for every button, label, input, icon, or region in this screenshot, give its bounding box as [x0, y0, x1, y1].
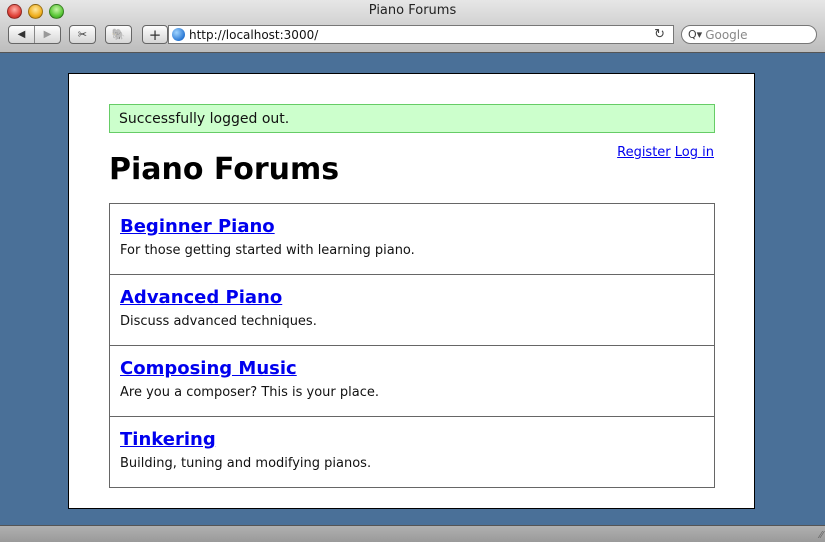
flash-notice: Successfully logged out.: [109, 104, 715, 133]
search-placeholder: Google: [705, 27, 748, 42]
forum-description: Are you a composer? This is your place.: [120, 385, 380, 400]
url-text[interactable]: http://localhost:3000/: [189, 28, 318, 42]
forward-button[interactable]: ▶: [35, 29, 60, 40]
scissors-icon: ✂: [77, 28, 88, 41]
address-bar[interactable]: http://localhost:3000/ ↻: [168, 25, 674, 44]
login-link[interactable]: Log in: [675, 145, 714, 160]
page-container: Successfully logged out. Register Log in…: [68, 73, 755, 509]
forum-item: Tinkering Building, tuning and modifying…: [110, 417, 714, 488]
clip-button[interactable]: ✂: [69, 25, 96, 44]
browser-toolbar: Piano Forums ◀ ▶ ✂ 🐘 + http://localhost:…: [0, 0, 825, 53]
reload-icon[interactable]: ↻: [654, 27, 665, 42]
register-link[interactable]: Register: [617, 145, 671, 160]
forum-link[interactable]: Composing Music: [120, 358, 297, 379]
add-bookmark-button[interactable]: +: [142, 25, 168, 44]
forum-list: Beginner Piano For those getting started…: [109, 203, 715, 488]
elephant-icon: 🐘: [111, 28, 126, 41]
user-nav: Register Log in: [617, 145, 714, 160]
forum-item: Beginner Piano For those getting started…: [110, 204, 714, 275]
back-button[interactable]: ◀: [9, 29, 34, 40]
forum-description: Building, tuning and modifying pianos.: [120, 456, 372, 471]
back-forward-buttons: ◀ ▶: [8, 25, 61, 44]
search-icon[interactable]: Q▾: [688, 28, 702, 41]
status-bar: ⁄⁄: [0, 525, 825, 542]
forum-link[interactable]: Beginner Piano: [120, 216, 275, 237]
globe-icon: [172, 28, 185, 41]
forum-link[interactable]: Tinkering: [120, 429, 216, 450]
page-title: Piano Forums: [109, 152, 340, 187]
forum-description: For those getting started with learning …: [120, 243, 415, 258]
resize-grip-icon[interactable]: ⁄⁄: [820, 530, 823, 541]
evernote-button[interactable]: 🐘: [105, 25, 132, 44]
forum-item: Advanced Piano Discuss advanced techniqu…: [110, 275, 714, 346]
plus-icon: +: [148, 25, 162, 44]
forum-item: Composing Music Are you a composer? This…: [110, 346, 714, 417]
window-title: Piano Forums: [368, 3, 457, 18]
forum-description: Discuss advanced techniques.: [120, 314, 317, 329]
forum-link[interactable]: Advanced Piano: [120, 287, 282, 308]
search-field[interactable]: Q▾ Google: [681, 25, 817, 44]
